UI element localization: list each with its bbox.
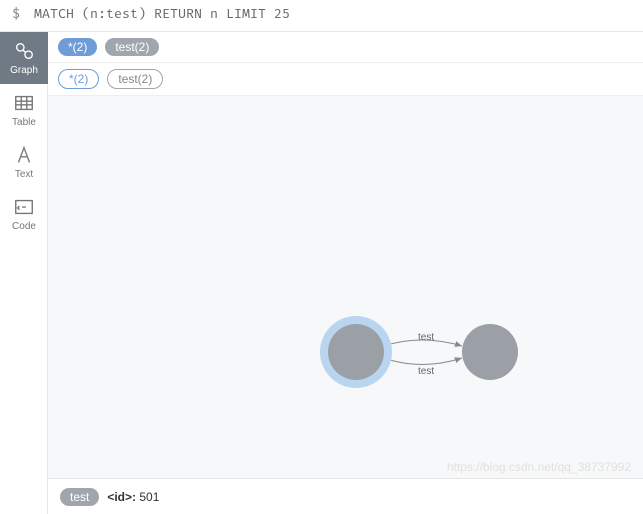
main: Graph Table Text Code *(2) test(2) *(2) …: [0, 32, 643, 514]
code-icon: [13, 196, 35, 218]
legend-pill-test[interactable]: test(2): [105, 38, 159, 56]
edges: test test: [48, 96, 643, 496]
graph-icon: [13, 40, 35, 62]
tab-label: Table: [12, 117, 36, 128]
edge-label: test: [418, 366, 434, 377]
legend-subpill-all[interactable]: *(2): [58, 69, 99, 89]
tab-label: Text: [15, 169, 33, 180]
graph-node[interactable]: [328, 324, 384, 380]
legend-top: *(2) test(2): [48, 32, 643, 63]
legend-subpill-test[interactable]: test(2): [107, 69, 163, 89]
table-icon: [13, 92, 35, 114]
query-prompt: $: [12, 6, 20, 22]
query-bar[interactable]: $ MATCH (n:test) RETURN n LIMIT 25: [0, 0, 643, 32]
graph-node[interactable]: [462, 324, 518, 380]
tab-code[interactable]: Code: [0, 188, 48, 240]
tab-graph[interactable]: Graph: [0, 32, 48, 84]
graph-canvas[interactable]: test test: [48, 96, 643, 478]
query-text: MATCH (n:test) RETURN n LIMIT 25: [34, 6, 290, 22]
tab-text[interactable]: Text: [0, 136, 48, 188]
edge-line: [384, 358, 462, 365]
content-area: *(2) test(2) *(2) test(2) test test: [48, 32, 643, 514]
legend-pill-all[interactable]: *(2): [58, 38, 97, 56]
legend-sub: *(2) test(2): [48, 63, 643, 96]
tab-table[interactable]: Table: [0, 84, 48, 136]
text-icon: [13, 144, 35, 166]
tab-label: Code: [12, 221, 36, 232]
tab-label: Graph: [10, 65, 38, 76]
sidebar: Graph Table Text Code: [0, 32, 48, 514]
edge-label: test: [418, 332, 434, 343]
